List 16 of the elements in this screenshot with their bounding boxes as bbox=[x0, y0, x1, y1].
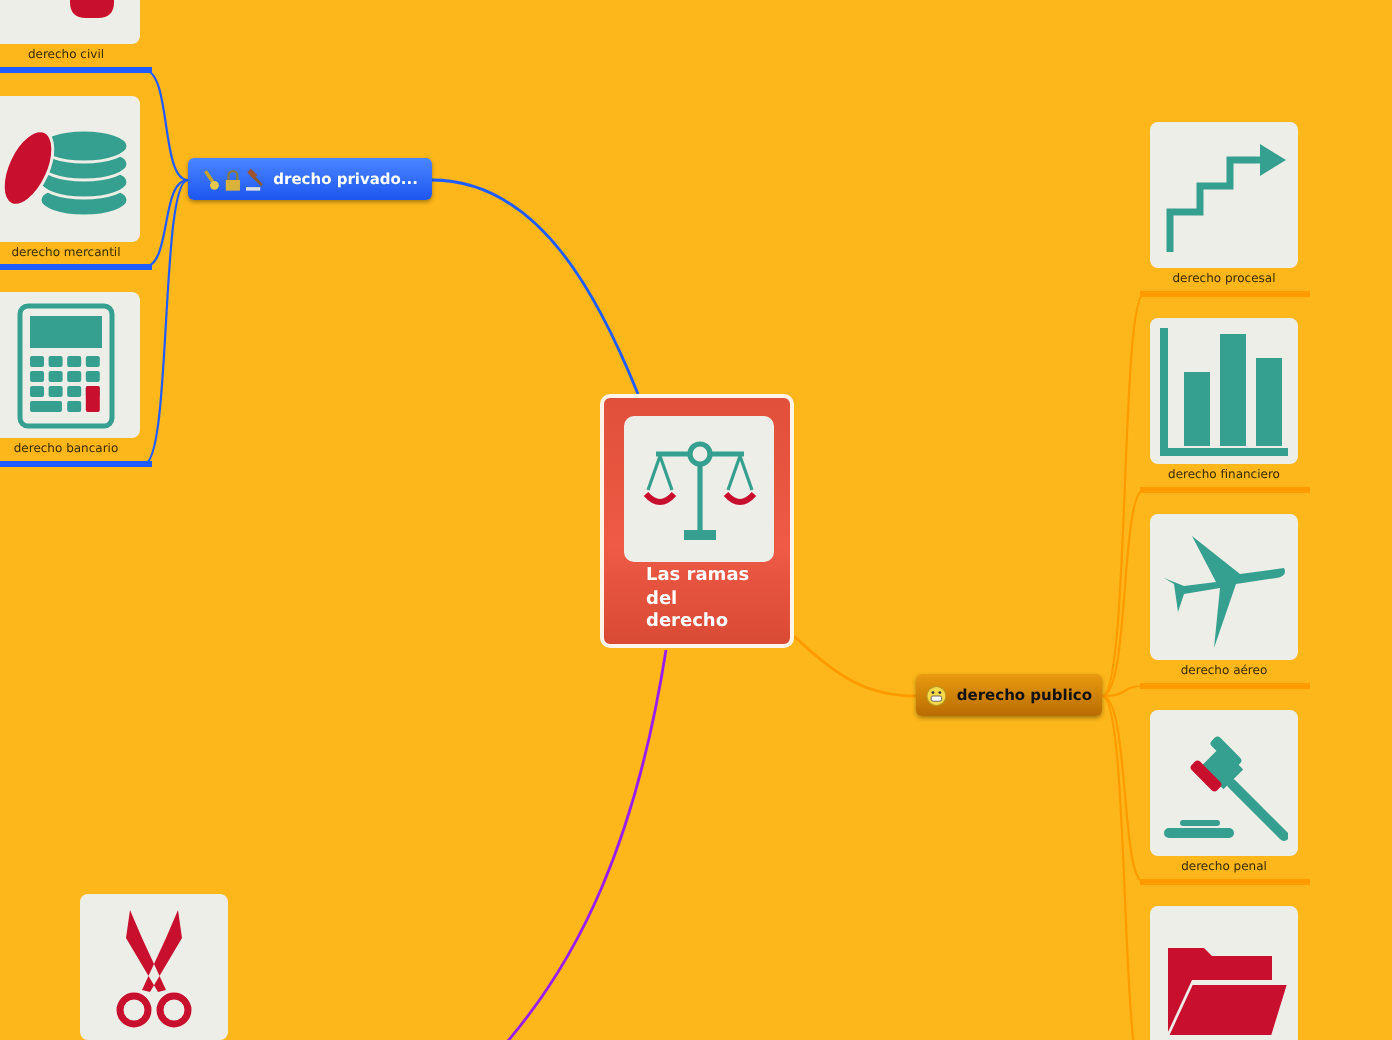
image-card[interactable] bbox=[0, 292, 140, 438]
calculator-icon bbox=[16, 301, 116, 429]
image-card[interactable] bbox=[1150, 514, 1298, 660]
image-card[interactable] bbox=[1150, 906, 1298, 1040]
central-topic-title: Las ramas del derecho bbox=[646, 566, 752, 635]
central-topic-node[interactable]: Las ramas del derecho bbox=[600, 394, 794, 648]
image-card[interactable] bbox=[80, 894, 228, 1040]
image-card[interactable] bbox=[1150, 710, 1298, 856]
gavel-icon bbox=[245, 167, 264, 191]
smiley-icon bbox=[926, 683, 947, 707]
image-card[interactable] bbox=[0, 95, 140, 241]
padlock-icon bbox=[223, 167, 242, 191]
key-icon bbox=[202, 167, 220, 191]
image-card[interactable] bbox=[1150, 122, 1298, 268]
bar-chart-icon bbox=[1160, 327, 1288, 455]
image-card[interactable] bbox=[1150, 318, 1298, 464]
